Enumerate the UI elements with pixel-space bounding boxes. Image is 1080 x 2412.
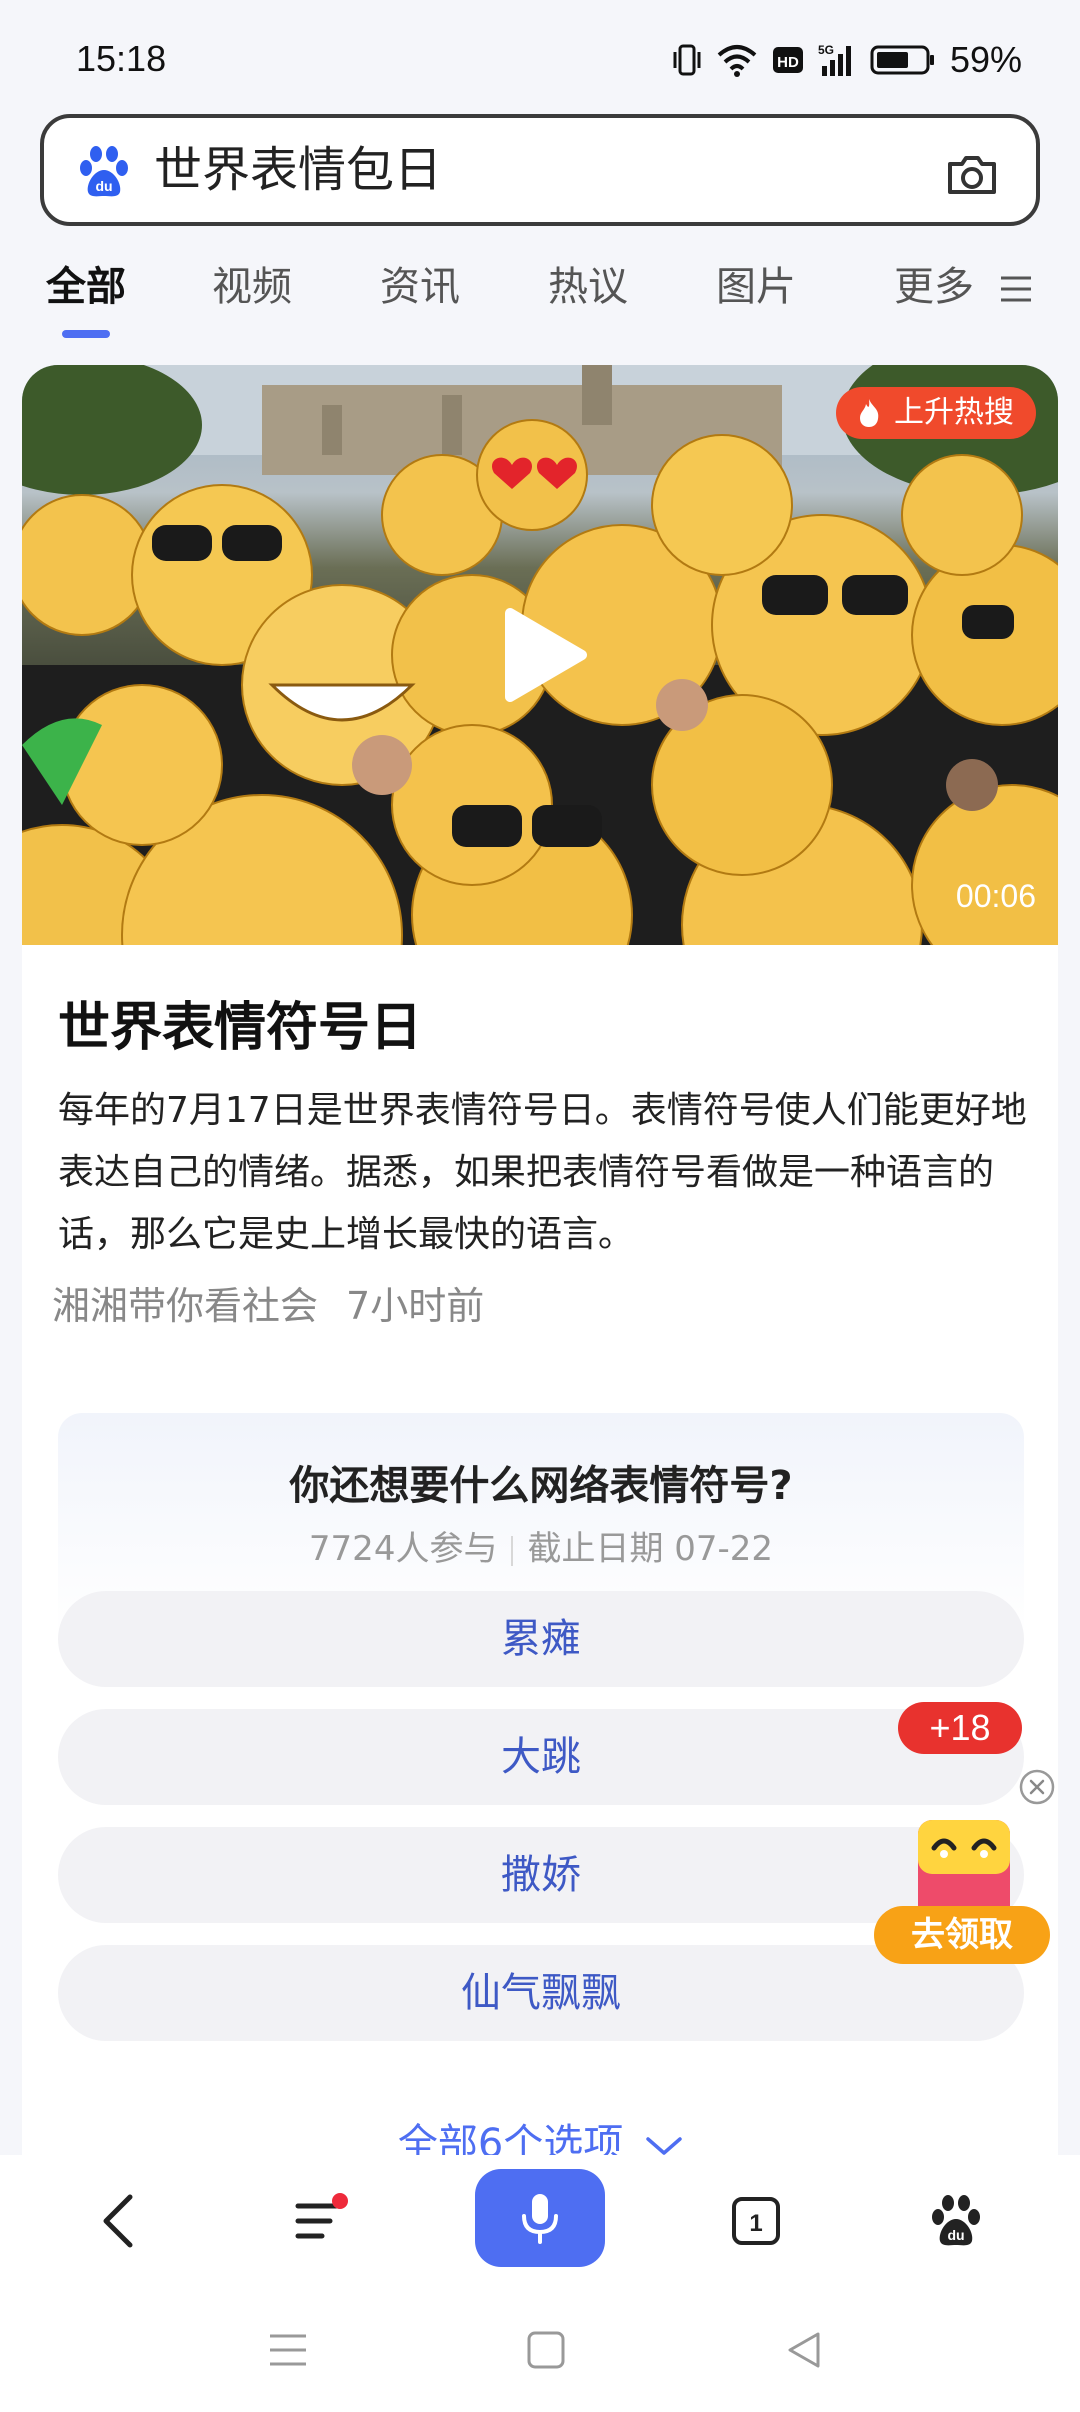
claim-reward-button[interactable]: 去领取	[874, 1906, 1050, 1964]
baidu-paw-icon: du	[932, 2195, 980, 2246]
5g-signal-icon: 5G	[818, 43, 851, 76]
triangle-back-icon	[788, 2332, 820, 2368]
tab-more-label: 更多	[894, 264, 974, 310]
home-button[interactable]	[516, 2320, 576, 2380]
svg-text:1: 1	[749, 2210, 762, 2237]
square-icon	[527, 2331, 565, 2369]
bottom-toolbar: 1 du	[0, 2155, 1080, 2280]
system-back-button[interactable]	[774, 2320, 834, 2380]
svg-text:du: du	[95, 178, 112, 194]
poll-question: 你还想要什么网络表情符号?	[289, 1463, 793, 1509]
battery-icon	[870, 45, 934, 75]
camera-icon[interactable]	[944, 146, 1000, 202]
video-thumbnail[interactable]: 上升热搜 00:06	[22, 365, 1058, 945]
status-bar: 15:18 HD 5G 59%	[0, 0, 1080, 110]
microphone-icon	[522, 2194, 558, 2244]
article-time: 7小时前	[346, 1284, 485, 1328]
poll-show-all-button[interactable]: 全部6个选项	[58, 2111, 1024, 2155]
reward-count-badge: +18	[898, 1702, 1022, 1754]
tab-discussion[interactable]: 热议	[548, 252, 628, 322]
reward-widget[interactable]: +18 去领取	[870, 1698, 1060, 1968]
hd-icon: HD	[772, 47, 803, 73]
status-icons: HD 5G 59%	[672, 38, 1022, 82]
svg-text:du: du	[947, 2227, 964, 2243]
tabs-button[interactable]: 1	[716, 2181, 796, 2261]
search-box[interactable]: du 世界表情包日	[40, 114, 1040, 226]
battery-percent: 59%	[949, 39, 1022, 80]
search-input[interactable]: 世界表情包日	[154, 140, 442, 200]
tab-active-indicator	[62, 330, 110, 338]
article-source[interactable]: 湘湘带你看社会	[52, 1284, 318, 1328]
system-navigation-bar	[0, 2280, 1080, 2412]
tab-news[interactable]: 资讯	[380, 252, 460, 322]
tab-more[interactable]: 更多	[894, 252, 1033, 322]
status-time: 15:18	[76, 38, 167, 79]
recent-apps-button[interactable]	[258, 2320, 318, 2380]
baidu-paw-icon: du	[80, 146, 128, 197]
divider	[511, 1535, 514, 1566]
trending-badge-label: 上升热搜	[894, 395, 1014, 430]
notification-dot	[332, 2193, 348, 2209]
tab-video[interactable]: 视频	[212, 252, 292, 322]
article-title[interactable]: 世界表情符号日	[58, 985, 422, 1060]
tab-all[interactable]: 全部	[46, 252, 126, 322]
close-icon[interactable]	[1018, 1768, 1056, 1806]
poll-option[interactable]: 累瘫	[58, 1591, 1024, 1687]
tab-images[interactable]: 图片	[716, 252, 796, 322]
play-icon[interactable]	[500, 605, 590, 705]
baidu-home-button[interactable]: du	[916, 2181, 996, 2261]
back-button[interactable]	[78, 2181, 158, 2261]
chevron-down-icon	[646, 2137, 682, 2155]
poll-meta: 7724人参与 截止日期 07-22	[58, 1521, 1024, 1570]
poll-deadline: 截止日期 07-22	[527, 1529, 774, 1569]
search-tabs: 全部 视频 资讯 热议 图片 更多	[0, 252, 1080, 332]
poll-show-all-label: 全部6个选项	[397, 2121, 624, 2155]
svg-text:5G: 5G	[818, 43, 834, 57]
red-envelope-mascot-icon	[918, 1820, 1010, 1920]
article-body: 每年的7月17日是世界表情符号日。表情符号使人们能更好地表达自己的情绪。据悉，如…	[58, 1090, 1027, 1255]
menu-icon	[1000, 276, 1031, 302]
feed-menu-button[interactable]	[280, 2181, 360, 2261]
wifi-icon	[717, 45, 757, 77]
flame-icon	[860, 399, 879, 427]
voice-search-button[interactable]	[475, 2169, 605, 2267]
tab-count-icon: 1	[732, 2197, 780, 2245]
svg-text:HD: HD	[777, 54, 799, 71]
trending-badge: 上升热搜	[836, 387, 1036, 439]
chevron-left-icon	[103, 2194, 133, 2248]
poll-participants: 7724人参与	[308, 1529, 498, 1569]
vibrate-icon	[673, 44, 701, 76]
menu-icon	[270, 2334, 306, 2366]
video-duration: 00:06	[955, 878, 1036, 914]
article-meta: 湘湘带你看社会 7小时前	[52, 1275, 484, 1330]
